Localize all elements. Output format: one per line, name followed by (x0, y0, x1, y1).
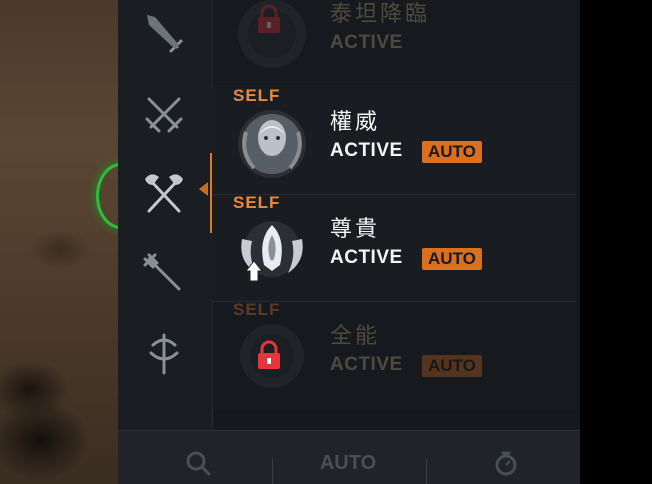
skill-icon (232, 209, 312, 289)
self-target-label: SELF (233, 193, 281, 212)
skill-bottom-bar: AUTO (118, 430, 580, 484)
skill-name: 泰坦降臨 (330, 2, 431, 27)
magnifier-icon (186, 451, 211, 476)
timer-button[interactable] (486, 441, 526, 484)
category-staff[interactable] (138, 328, 190, 380)
search-button[interactable] (178, 441, 218, 484)
skill-name: 全能 (330, 324, 381, 349)
self-target-label: SELF (233, 300, 281, 319)
skill-name: 權威 (330, 110, 381, 135)
skill-name: 尊貴 (330, 217, 381, 242)
category-trident[interactable] (138, 248, 190, 300)
lock-icon (258, 4, 280, 33)
self-target-label: SELF (233, 86, 281, 105)
right-edge-shadow (580, 0, 652, 484)
skill-list: 泰坦降臨 ACTIVE SELF 權威 ACTIVE AUTO SELF 尊貴 … (212, 0, 580, 430)
skill-status: ACTIVE (330, 32, 403, 53)
skill-status: ACTIVE (330, 140, 403, 161)
skill-status: ACTIVE (330, 247, 403, 268)
skill-category-sidebar (118, 0, 213, 430)
divider (426, 459, 427, 484)
auto-badge[interactable]: AUTO (422, 355, 482, 377)
winged-emblem-icon (241, 221, 303, 282)
skill-icon (232, 102, 312, 182)
category-crossed-swords[interactable] (138, 88, 190, 140)
auto-button-label: AUTO (319, 451, 377, 474)
crossed-swords-icon (145, 97, 183, 133)
auto-button[interactable]: AUTO (288, 441, 408, 484)
stopwatch-icon (495, 451, 517, 476)
skill-row[interactable]: 泰坦降臨 ACTIVE (212, 0, 576, 87)
auto-badge[interactable]: AUTO (422, 248, 482, 270)
skill-row[interactable]: SELF 尊貴 ACTIVE AUTO (212, 193, 576, 302)
crossed-axes-icon (145, 174, 183, 213)
warrior-portrait-icon (238, 110, 306, 178)
skill-status: ACTIVE (330, 354, 403, 375)
category-sword[interactable] (138, 8, 190, 60)
staff-icon (149, 333, 179, 375)
category-crossed-axes[interactable] (138, 168, 190, 220)
lock-icon (258, 340, 280, 369)
divider (272, 459, 273, 484)
auto-badge[interactable]: AUTO (422, 141, 482, 163)
terrain-background (0, 0, 125, 484)
game-screen: 泰坦降臨 ACTIVE SELF 權威 ACTIVE AUTO SELF 尊貴 … (0, 0, 652, 484)
selected-category-arrow (199, 182, 208, 196)
trident-icon (143, 253, 181, 291)
skill-row[interactable]: SELF 權威 ACTIVE AUTO (212, 86, 576, 195)
sword-icon (147, 15, 183, 53)
